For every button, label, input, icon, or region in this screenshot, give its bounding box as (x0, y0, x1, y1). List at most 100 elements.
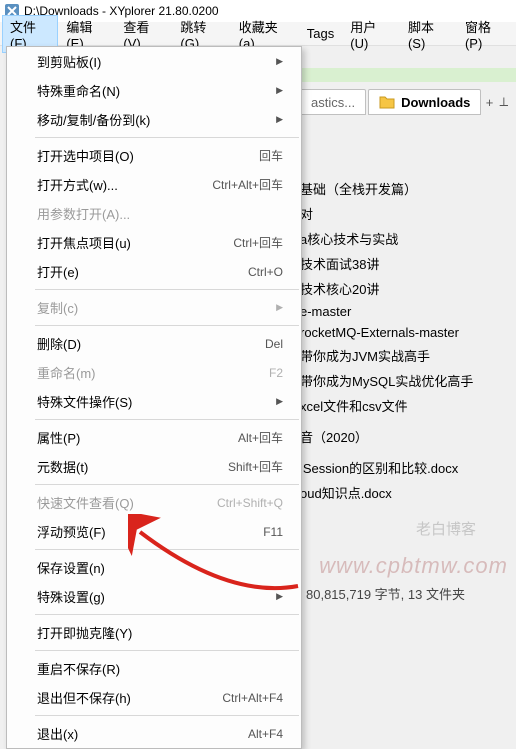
menu-item[interactable]: 打开焦点项目(u) Ctrl+回车 (7, 228, 301, 257)
menu-item[interactable]: 删除(D) Del (7, 329, 301, 358)
menu-item[interactable]: 属性(P) Alt+回车 (7, 423, 301, 452)
toolbar-band (300, 68, 516, 82)
menu-item-label: 退出但不保存(h) (37, 688, 131, 707)
menu-shortcut: Shift+回车 (228, 458, 283, 475)
menu-item-label: 复制(c) (37, 298, 78, 317)
menu-separator (35, 419, 299, 420)
menu-item[interactable]: 打开(e) Ctrl+O (7, 257, 301, 286)
menu-item-label: 保存设置(n) (37, 558, 105, 577)
tab-add[interactable]: + (483, 95, 495, 110)
menu-shortcut: Ctrl+回车 (233, 234, 283, 251)
submenu-arrow-icon: ▶ (276, 114, 283, 125)
folder-icon (379, 94, 395, 110)
menu-shortcut: Ctrl+Alt+回车 (212, 176, 283, 193)
submenu-arrow-icon: ▶ (276, 591, 283, 602)
menu-item-label: 退出(x) (37, 724, 78, 743)
menu-item: 复制(c) ▶ (7, 293, 301, 322)
tab-downloads[interactable]: Downloads (368, 89, 481, 115)
menu-separator (35, 614, 299, 615)
menu-item-label: 用参数打开(A)... (37, 204, 130, 223)
menu-item[interactable]: 退出(x) Alt+F4 (7, 719, 301, 748)
menu-shortcut: Ctrl+Alt+F4 (222, 691, 283, 705)
watermark-text: 老白博客 (416, 518, 476, 539)
list-item[interactable]: a核心技术与实战 (300, 226, 516, 251)
menu-item-label: 浮动预览(F) (37, 522, 106, 541)
menu-separator (35, 650, 299, 651)
watermark-url: www.cpbtmw.com (319, 553, 508, 579)
menu-item-label: 打开选中项目(O) (37, 146, 134, 165)
content-area: astics... Downloads + ⟂ 基础（全栈开发篇） 对 a核心技… (0, 46, 516, 603)
menu-item-label: 快速文件查看(Q) (37, 493, 134, 512)
submenu-arrow-icon: ▶ (276, 56, 283, 67)
menu-shortcut: Del (265, 337, 283, 351)
menu-item-label: 重启不保存(R) (37, 659, 120, 678)
menu-item[interactable]: 重启不保存(R) (7, 654, 301, 683)
menu-separator (35, 137, 299, 138)
menu-separator (35, 715, 299, 716)
tab-pin[interactable]: ⟂ (498, 94, 510, 110)
menu-item-label: 特殊重命名(N) (37, 81, 120, 100)
list-item[interactable]: xcel文件和csv文件 (300, 393, 516, 418)
menu-item-label: 打开(e) (37, 262, 79, 281)
list-item[interactable]: 对 (300, 201, 516, 226)
menu-item[interactable]: 保存设置(n) (7, 553, 301, 582)
menu-separator (35, 484, 299, 485)
menu-item[interactable]: 退出但不保存(h) Ctrl+Alt+F4 (7, 683, 301, 712)
list-item[interactable]: 带你成为JVM实战高手 (300, 343, 516, 368)
list-item[interactable]: oud知识点.docx (300, 480, 516, 505)
menu-item: 重命名(m) F2 (7, 358, 301, 387)
tab-label: astics... (311, 95, 355, 110)
menu-item[interactable]: 打开即抛克隆(Y) (7, 618, 301, 647)
menu-shortcut: Ctrl+Shift+Q (217, 496, 283, 510)
list-item[interactable]: lSession的区别和比较.docx (300, 455, 516, 480)
tab-label: Downloads (401, 95, 470, 110)
menu-item[interactable]: 特殊文件操作(S) ▶ (7, 387, 301, 416)
list-item[interactable]: e-master (300, 301, 516, 322)
menu-item[interactable]: 打开选中项目(O) 回车 (7, 141, 301, 170)
file-menu-dropdown: 到剪贴板(I) ▶ 特殊重命名(N) ▶ 移动/复制/备份到(k) ▶ 打开选中项目(O) 回… (6, 46, 302, 749)
menu-shortcut: Alt+F4 (248, 727, 283, 741)
menu-item-label: 重命名(m) (37, 363, 96, 382)
menu-item-label: 打开方式(w)... (37, 175, 118, 194)
status-text: 80,815,719 字节, 13 文件夹 (306, 584, 465, 603)
list-item[interactable]: 带你成为MySQL实战优化高手 (300, 368, 516, 393)
list-item[interactable]: 技术面试38讲 (300, 251, 516, 276)
menu-item: 快速文件查看(Q) Ctrl+Shift+Q (7, 488, 301, 517)
menu-bar: 文件(F) 编辑(E) 查看(V) 跳转(G) 收藏夹(a) Tags 用户(U… (0, 22, 516, 46)
status-bar: 80,815,719 字节, 13 文件夹 (300, 583, 516, 603)
menu-item-label: 删除(D) (37, 334, 81, 353)
menu-shortcut: F11 (263, 525, 283, 539)
menu-shortcut: 回车 (259, 147, 283, 164)
tabs-row: astics... Downloads + ⟂ (300, 88, 510, 116)
menu-item[interactable]: 特殊设置(g) ▶ (7, 582, 301, 611)
menu-item[interactable]: 浮动预览(F) F11 (7, 517, 301, 546)
menu-shortcut: Alt+回车 (238, 429, 283, 446)
menu-tags[interactable]: Tags (299, 24, 342, 43)
file-list: 基础（全栈开发篇） 对 a核心技术与实战 技术面试38讲 技术核心20讲 e-m… (300, 176, 516, 505)
menu-item-label: 特殊文件操作(S) (37, 392, 132, 411)
menu-shortcut: F2 (269, 366, 283, 380)
list-item[interactable]: rocketMQ-Externals-master (300, 322, 516, 343)
menu-separator (35, 325, 299, 326)
list-item[interactable]: 音（2020） (300, 424, 516, 449)
menu-item[interactable]: 特殊重命名(N) ▶ (7, 76, 301, 105)
menu-item[interactable]: 移动/复制/备份到(k) ▶ (7, 105, 301, 134)
submenu-arrow-icon: ▶ (276, 396, 283, 407)
menu-item-label: 到剪贴板(I) (37, 52, 101, 71)
menu-item-label: 特殊设置(g) (37, 587, 105, 606)
submenu-arrow-icon: ▶ (276, 85, 283, 96)
menu-item-label: 属性(P) (37, 428, 80, 447)
menu-item[interactable]: 元数据(t) Shift+回车 (7, 452, 301, 481)
menu-separator (35, 289, 299, 290)
list-item[interactable]: 基础（全栈开发篇） (300, 176, 516, 201)
menu-shortcut: Ctrl+O (248, 265, 283, 279)
list-item[interactable]: 技术核心20讲 (300, 276, 516, 301)
menu-item-label: 打开焦点项目(u) (37, 233, 131, 252)
menu-separator (35, 549, 299, 550)
submenu-arrow-icon: ▶ (276, 302, 283, 313)
tab-inactive[interactable]: astics... (300, 89, 366, 115)
menu-item[interactable]: 打开方式(w)... Ctrl+Alt+回车 (7, 170, 301, 199)
menu-item-label: 元数据(t) (37, 457, 88, 476)
menu-item[interactable]: 到剪贴板(I) ▶ (7, 47, 301, 76)
menu-item-label: 移动/复制/备份到(k) (37, 110, 150, 129)
